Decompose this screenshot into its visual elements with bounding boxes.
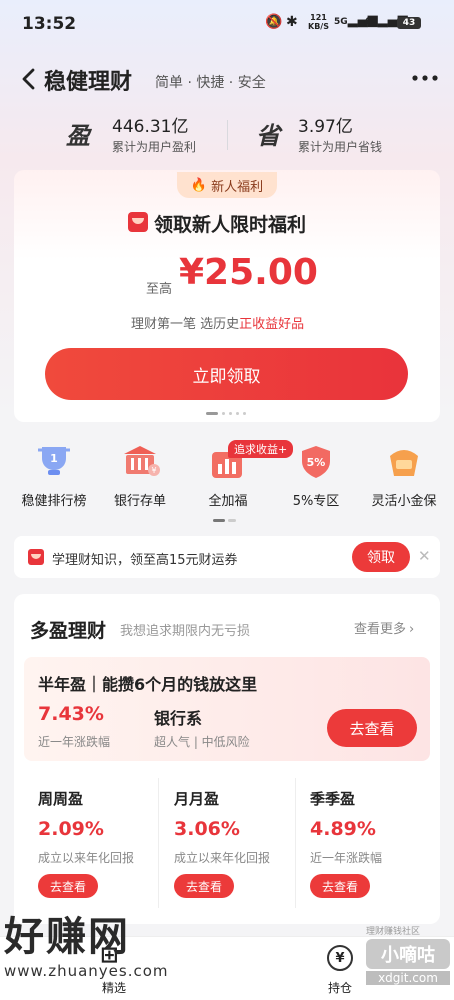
battery-icon: 43	[397, 17, 421, 29]
product-name: 周周盈	[38, 790, 84, 808]
red-envelope-icon	[28, 549, 44, 565]
chevron-right-icon: ›	[409, 622, 415, 637]
quick-link-label: 全加福	[208, 494, 248, 509]
nav-tab-holdings[interactable]: ¥ 持仓	[318, 939, 362, 997]
notice-bar[interactable]: 学理财知识，领至高15元财运券 领取 ✕	[14, 536, 440, 578]
watermark-left-title: 好赚网	[4, 914, 130, 960]
close-icon[interactable]: ✕	[418, 547, 431, 565]
shield-icon-text: 5%	[306, 456, 326, 469]
status-bar: 13:52 🔕 ✱ 121 KB/S 5G▂▄▆ 4G▂▄▆ 43	[0, 0, 454, 46]
stat-label: 累计为用户省钱	[298, 140, 383, 154]
chevron-left-icon	[22, 68, 35, 90]
promo-heading: 领取新人限时福利	[154, 214, 307, 236]
feature-rate: 7.43%	[38, 703, 104, 725]
watermark-right: 理财赚钱社区 小嘀咕 xdgit.com	[366, 924, 450, 994]
quick-link-gold[interactable]: 灵活小金保	[362, 442, 446, 512]
feature-rate-label: 近一年涨跌幅	[38, 735, 111, 749]
watermark-left: 好赚网 www.zhuanyes.com	[4, 912, 194, 992]
product-view-button[interactable]: 去查看	[310, 874, 370, 898]
watermark-left-url: www.zhuanyes.com	[4, 962, 169, 980]
quick-link-label: 灵活小金保	[371, 494, 437, 509]
net-speed: 121 KB/S	[308, 13, 329, 31]
product-item-weekly[interactable]: 周周盈 2.09% 成立以来年化回报 去查看	[24, 774, 158, 914]
feature-product-card[interactable]: 半年盈｜能攒6个月的钱放这里 7.43% 近一年涨跌幅 银行系 超人气 | 中低…	[24, 657, 430, 761]
red-envelope-icon	[128, 212, 148, 232]
product-rate-label: 成立以来年化回报	[38, 851, 135, 865]
bluetooth-icon: ✱	[286, 14, 298, 30]
nav-label: 持仓	[327, 981, 352, 995]
svg-text:1: 1	[50, 452, 58, 465]
quick-links-indicator	[213, 519, 236, 522]
fire-icon: 🔥	[190, 177, 208, 193]
status-time: 13:52	[22, 14, 77, 34]
svg-text:¥: ¥	[151, 466, 156, 475]
claim-button[interactable]: 立即领取	[45, 348, 408, 400]
promo-amount-prefix: 至高	[146, 282, 173, 297]
product-name: 月月盈	[174, 790, 220, 808]
stat-divider	[227, 120, 228, 150]
watermark-right-url: xdgit.com	[366, 971, 450, 985]
product-rate: 3.06%	[174, 818, 240, 840]
notice-text: 学理财知识，领至高15元财运券	[52, 553, 238, 568]
feature-tag: 银行系	[154, 709, 203, 728]
page-title: 稳健理财	[44, 70, 133, 95]
profit-glyph-icon: 盈	[66, 122, 90, 150]
promo-desc: 理财第一笔 选历史正收益好品	[131, 317, 305, 332]
holdings-icon: ¥	[327, 945, 353, 971]
promo-card: 🔥 新人福利 领取新人限时福利 至高 ¥25.00 理财第一笔 选历史正收益好品 …	[14, 170, 440, 422]
quick-link-rank[interactable]: 1 稳健排行榜	[14, 442, 94, 512]
gold-icon	[390, 450, 418, 476]
promo-amount: ¥25.00	[179, 252, 318, 293]
product-view-button[interactable]: 去查看	[38, 874, 98, 898]
stat-saving: 省 3.97亿 累计为用户省钱	[256, 110, 436, 156]
saving-glyph-icon: 省	[256, 122, 280, 150]
page-subtitle: 简单 · 快捷 · 安全	[155, 75, 266, 91]
stat-profit: 盈 446.31亿 累计为用户盈利	[66, 110, 236, 156]
more-icon	[412, 75, 438, 81]
promo-badge: 🔥 新人福利	[177, 172, 277, 198]
quick-link-five-percent[interactable]: 5% 5%专区	[276, 442, 356, 512]
product-rate: 2.09%	[38, 818, 104, 840]
bank-icon: ¥	[124, 446, 160, 476]
section-title: 多盈理财	[30, 620, 107, 642]
section-subtitle: 我想追求期限内无亏损	[120, 624, 251, 639]
watermark-right-tag: 理财赚钱社区	[366, 927, 421, 937]
quick-link-label: 稳健排行榜	[21, 494, 87, 509]
product-item-quarterly[interactable]: 季季盈 4.89% 近一年涨跌幅 去查看	[296, 774, 430, 914]
quick-link-label: 银行存单	[113, 494, 166, 509]
product-rate-label: 成立以来年化回报	[174, 851, 271, 865]
product-item-monthly[interactable]: 月月盈 3.06% 成立以来年化回报 去查看	[160, 774, 294, 914]
feature-title: 半年盈｜能攒6个月的钱放这里	[38, 675, 258, 694]
mute-icon: 🔕	[265, 14, 283, 30]
stat-label: 累计为用户盈利	[112, 140, 197, 154]
stat-value: 446.31亿	[112, 117, 189, 137]
trophy-icon: 1	[38, 447, 70, 475]
quick-link-label: 5%专区	[292, 494, 340, 509]
more-link[interactable]: 查看更多 ›	[354, 618, 414, 637]
duoying-card: 多盈理财 我想追求期限内无亏损 查看更多 › 半年盈｜能攒6个月的钱放这里 7.4…	[14, 594, 440, 924]
feature-tag-desc: 超人气 | 中低风险	[154, 735, 250, 749]
more-button[interactable]	[410, 68, 440, 88]
carousel-dots	[206, 412, 246, 415]
product-rate-label: 近一年涨跌幅	[310, 851, 383, 865]
product-name: 季季盈	[310, 790, 356, 808]
product-view-button[interactable]: 去查看	[174, 874, 234, 898]
stat-value: 3.97亿	[298, 117, 353, 137]
quick-link-bank[interactable]: ¥ 银行存单	[100, 442, 180, 512]
back-button[interactable]	[16, 66, 42, 92]
feature-view-button[interactable]: 去查看	[327, 709, 417, 747]
notice-claim-button[interactable]: 领取	[352, 542, 410, 572]
product-rate: 4.89%	[310, 818, 376, 840]
product-divider	[158, 778, 159, 908]
watermark-right-title: 小嘀咕	[366, 939, 450, 969]
